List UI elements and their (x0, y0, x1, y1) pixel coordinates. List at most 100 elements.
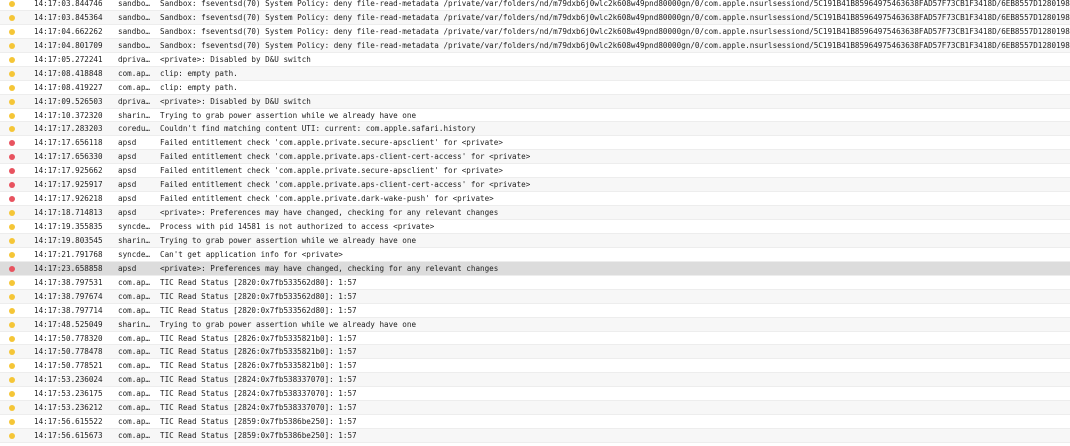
log-message: TIC Read Status [2826:0x7fb5335821b0]: 1… (160, 361, 357, 371)
info-level-dot-icon (9, 28, 15, 35)
log-message: <private>: Disabled by D&U switch (160, 54, 311, 64)
error-level-dot-icon (9, 140, 15, 147)
info-level-dot-icon (9, 419, 15, 426)
log-message: TIC Read Status [2826:0x7fb5335821b0]: 1… (160, 347, 357, 357)
log-message: TIC Read Status [2859:0x7fb5386be250]: 1… (160, 431, 357, 441)
log-row[interactable]: 14:17:19.803545 sharin… Trying to grab pow… (0, 233, 1070, 248)
log-process: sandbo… (118, 0, 151, 8)
log-time: 14:17:19.355835 (34, 222, 103, 231)
error-level-dot-icon (9, 265, 15, 272)
log-message: TIC Read Status [2826:0x7fb5335821b0]: 1… (160, 333, 357, 343)
log-time: 14:17:53.236175 (34, 389, 103, 399)
log-time: 14:17:21.791768 (34, 249, 103, 259)
log-row[interactable]: 14:17:38.797674 com.ap… TIC Read Status [2… (0, 289, 1070, 304)
info-level-dot-icon (9, 363, 15, 370)
log-message: Failed entitlement check 'com.apple.priv… (160, 180, 531, 190)
log-time: 14:17:17.925662 (34, 166, 103, 176)
log-row[interactable]: 14:17:17.283203 coredu… Couldn't find matc… (0, 122, 1070, 137)
log-row[interactable]: 14:17:08.419227 com.ap… clip: empty path. (0, 80, 1070, 95)
log-process: sandbo… (118, 12, 151, 22)
log-time: 14:17:03.844746 (34, 0, 103, 8)
log-row[interactable]: 14:17:08.418848 com.ap… clip: empty path. (0, 66, 1070, 81)
log-row-selected[interactable]: 14:17:23.658858 apsd <private>: Preference… (0, 261, 1070, 276)
log-time: 14:17:17.926218 (34, 194, 103, 204)
log-row[interactable]: 14:17:09.526503 dpriva… <private>: Disable… (0, 94, 1070, 109)
log-message: Trying to grab power assertion while we … (160, 235, 417, 245)
log-message: TIC Read Status [2820:0x7fb533562d80]: 1… (160, 277, 357, 287)
log-time: 14:17:10.372320 (34, 110, 103, 120)
log-row[interactable]: 14:17:03.844746 sandbo… Sandbox: fseventsd… (0, 0, 1070, 11)
log-time: 14:17:56.615673 (34, 431, 103, 441)
info-level-dot-icon (9, 112, 15, 119)
log-row[interactable]: 14:17:17.926218 apsd Failed entitlement ch… (0, 192, 1070, 207)
log-message: <private>: Disabled by D&U switch (160, 96, 311, 106)
info-level-dot-icon (9, 237, 15, 244)
log-time: 14:17:48.525049 (34, 319, 103, 329)
log-message: clip: empty path. (160, 82, 238, 92)
log-row[interactable]: 14:17:50.778478 com.ap… TIC Read Status [2… (0, 345, 1070, 360)
log-message: Trying to grab power assertion while we … (160, 110, 417, 120)
log-time: 14:17:56.615522 (34, 417, 103, 427)
log-process: com.ap… (118, 361, 151, 371)
log-row[interactable]: 14:17:19.355835 syncde… Process with pid 1… (0, 220, 1070, 234)
log-message: Couldn't find matching content UTI: curr… (160, 124, 476, 134)
log-time: 14:17:38.797531 (34, 277, 103, 287)
log-process: com.ap… (118, 82, 151, 92)
log-row[interactable]: 14:17:56.615673 com.ap… TIC Read Status [2… (0, 429, 1070, 443)
log-process: apsd (118, 138, 137, 148)
log-row[interactable]: 14:17:21.791768 syncde… Can't get applicat… (0, 247, 1070, 262)
log-row[interactable]: 14:17:04.801709 sandbo… Sandbox: fseventsd… (0, 38, 1070, 53)
log-row[interactable]: 14:17:04.662262 sandbo… Sandbox: fseventsd… (0, 24, 1070, 39)
log-message: TIC Read Status [2824:0x7fb538337070]: 1… (160, 375, 357, 385)
log-row[interactable]: 14:17:50.778320 com.ap… TIC Read Status [2… (0, 331, 1070, 346)
log-time: 14:17:17.656118 (34, 138, 103, 148)
info-level-dot-icon (9, 335, 15, 342)
log-process: dpriva… (118, 96, 151, 106)
log-time: 14:17:08.419227 (34, 82, 103, 92)
log-process: com.ap… (118, 389, 151, 399)
log-row[interactable]: 14:17:53.236175 com.ap… TIC Read Status [2… (0, 387, 1070, 402)
log-process: com.ap… (118, 431, 151, 441)
log-row[interactable]: 14:17:53.236024 com.ap… TIC Read Status [2… (0, 373, 1070, 388)
log-message: TIC Read Status [2820:0x7fb533562d80]: 1… (160, 291, 357, 301)
log-process: syncde… (118, 222, 151, 231)
log-row[interactable]: 14:17:17.656118 apsd Failed entitlement ch… (0, 136, 1070, 151)
log-message: TIC Read Status [2824:0x7fb538337070]: 1… (160, 389, 357, 399)
log-row[interactable]: 14:17:17.925662 apsd Failed entitlement ch… (0, 164, 1070, 179)
log-process: dpriva… (118, 54, 151, 64)
info-level-dot-icon (9, 321, 15, 328)
log-message: Sandbox: fseventsd(70) System Policy: de… (160, 40, 1070, 50)
log-row[interactable]: 14:17:50.778521 com.ap… TIC Read Status [2… (0, 359, 1070, 374)
info-level-dot-icon (9, 391, 15, 398)
log-message: Failed entitlement check 'com.apple.priv… (160, 152, 531, 162)
info-level-dot-icon (9, 405, 15, 412)
log-time: 14:17:08.418848 (34, 68, 103, 78)
error-level-dot-icon (9, 168, 15, 175)
log-message: TIC Read Status [2820:0x7fb533562d80]: 1… (160, 305, 357, 315)
log-time: 14:17:50.778320 (34, 333, 103, 343)
log-row[interactable]: 14:17:38.797531 com.ap… TIC Read Status [2… (0, 275, 1070, 290)
info-level-dot-icon (9, 84, 15, 91)
log-process: com.ap… (118, 403, 151, 413)
log-process: apsd (118, 263, 137, 273)
log-row[interactable]: 14:17:53.236212 com.ap… TIC Read Status [2… (0, 401, 1070, 416)
log-row[interactable]: 14:17:17.925917 apsd Failed entitlement ch… (0, 178, 1070, 193)
log-row[interactable]: 14:17:38.797714 com.ap… TIC Read Status [2… (0, 303, 1070, 318)
log-row[interactable]: 14:17:05.272241 dpriva… <private>: Disable… (0, 52, 1070, 67)
log-process: com.ap… (118, 347, 151, 357)
log-row[interactable]: 14:17:48.525049 sharin… Trying to grab pow… (0, 317, 1070, 332)
info-level-dot-icon (9, 433, 15, 440)
log-row[interactable]: 14:17:18.714813 apsd <private>: Preference… (0, 206, 1070, 220)
log-row[interactable]: 14:17:10.372320 sharin… Trying to grab pow… (0, 108, 1070, 123)
info-level-dot-icon (9, 70, 15, 77)
log-time: 14:17:17.656330 (34, 152, 103, 162)
log-row[interactable]: 14:17:17.656330 apsd Failed entitlement ch… (0, 150, 1070, 165)
info-level-dot-icon (9, 224, 15, 230)
log-row[interactable]: 14:17:03.845364 sandbo… Sandbox: fseventsd… (0, 10, 1070, 25)
log-message: Sandbox: fseventsd(70) System Policy: de… (160, 26, 1070, 36)
log-list[interactable]: 14:17:03.844746 sandbo… Sandbox: fseventsd… (0, 0, 1070, 446)
log-process: apsd (118, 180, 137, 190)
log-row[interactable]: 14:17:56.615522 com.ap… TIC Read Status [2… (0, 415, 1070, 430)
log-time: 14:17:17.925917 (34, 180, 103, 190)
log-process: com.ap… (118, 375, 151, 385)
